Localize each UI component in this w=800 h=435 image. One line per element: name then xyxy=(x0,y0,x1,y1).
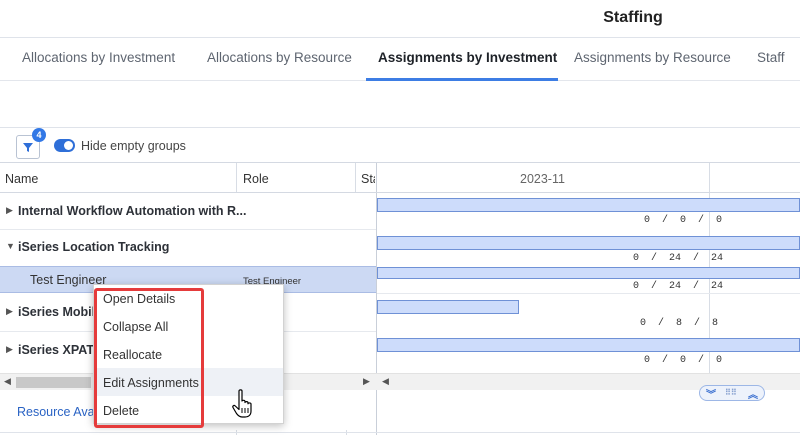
gantt-bar[interactable] xyxy=(377,236,800,250)
page-title: Staffing xyxy=(603,9,663,26)
scrollbar-thumb[interactable] xyxy=(16,377,91,388)
gantt-allocation-values: 0 / 24 / 24 xyxy=(633,253,724,264)
gantt-bar[interactable] xyxy=(377,267,800,279)
row-investment-name[interactable]: iSeries Location Tracking xyxy=(18,240,169,254)
grid-header-border-bottom xyxy=(0,192,800,193)
column-header-name[interactable]: Name xyxy=(5,172,38,186)
chevron-double-down-icon[interactable]: ︾ xyxy=(706,386,716,401)
active-tab-indicator xyxy=(366,78,558,81)
caret-right-icon[interactable]: ▶ xyxy=(6,344,13,355)
toggle-label: Hide empty groups xyxy=(81,139,186,153)
gantt-allocation-values: 0 / 0 / 0 xyxy=(644,355,723,366)
row-investment-name[interactable]: iSeries XPATH xyxy=(18,343,103,357)
tab-staff[interactable]: Staff xyxy=(757,50,785,65)
gantt-allocation-values: 0 / 0 / 0 xyxy=(644,215,723,226)
gantt-bar[interactable] xyxy=(377,300,519,314)
row-investment-name[interactable]: Internal Workflow Automation with R... xyxy=(18,204,246,218)
column-separator[interactable] xyxy=(355,163,356,192)
gantt-bar[interactable] xyxy=(377,338,800,352)
caret-down-icon[interactable]: ▼ xyxy=(6,241,15,251)
bottom-divider xyxy=(0,432,800,433)
row-divider xyxy=(0,229,376,230)
grid-header-border-top xyxy=(0,162,800,163)
column-separator[interactable] xyxy=(236,163,237,192)
column-header-role[interactable]: Role xyxy=(243,172,269,186)
caret-right-icon[interactable]: ▶ xyxy=(6,306,13,317)
hide-empty-groups-toggle[interactable] xyxy=(54,139,75,152)
tab-allocations-by-investment[interactable]: Allocations by Investment xyxy=(22,50,175,65)
column-header-start[interactable]: Sta xyxy=(361,172,375,186)
hand-pointer-icon xyxy=(232,389,252,418)
resource-availability-link[interactable]: Resource Avai xyxy=(17,405,97,419)
gantt-bar[interactable] xyxy=(377,198,800,212)
tab-allocations-by-resource[interactable]: Allocations by Resource xyxy=(207,50,352,65)
tab-assignments-by-investment[interactable]: Assignments by Investment xyxy=(378,50,557,65)
gantt-allocation-values: 0 / 8 / 8 xyxy=(640,318,719,329)
caret-right-icon[interactable]: ▶ xyxy=(6,205,13,216)
toggle-knob xyxy=(64,141,73,150)
scroll-left-icon[interactable]: ◀ xyxy=(4,376,11,387)
toolbar-divider xyxy=(0,127,800,128)
row-investment-name[interactable]: iSeries Mobile xyxy=(18,305,102,319)
expand-collapse-pill[interactable]: ︾ ⠿⠿ ︽ xyxy=(699,385,765,401)
highlight-annotation-box xyxy=(94,288,204,428)
tab-assignments-by-resource[interactable]: Assignments by Resource xyxy=(574,50,731,65)
filter-count-badge: 4 xyxy=(32,128,46,142)
gantt-period-label: 2023-11 xyxy=(520,172,565,186)
row-divider xyxy=(377,293,800,294)
tab-bar: Allocations by Investment Allocations by… xyxy=(0,37,800,81)
scroll-right-icon[interactable]: ▶ xyxy=(363,376,370,387)
gantt-allocation-values: 0 / 24 / 24 xyxy=(633,281,724,292)
drag-handle-icon[interactable]: ⠿⠿ xyxy=(725,388,737,397)
chevron-double-up-icon[interactable]: ︽ xyxy=(748,386,758,401)
scroll-left-icon[interactable]: ◀ xyxy=(382,376,389,387)
